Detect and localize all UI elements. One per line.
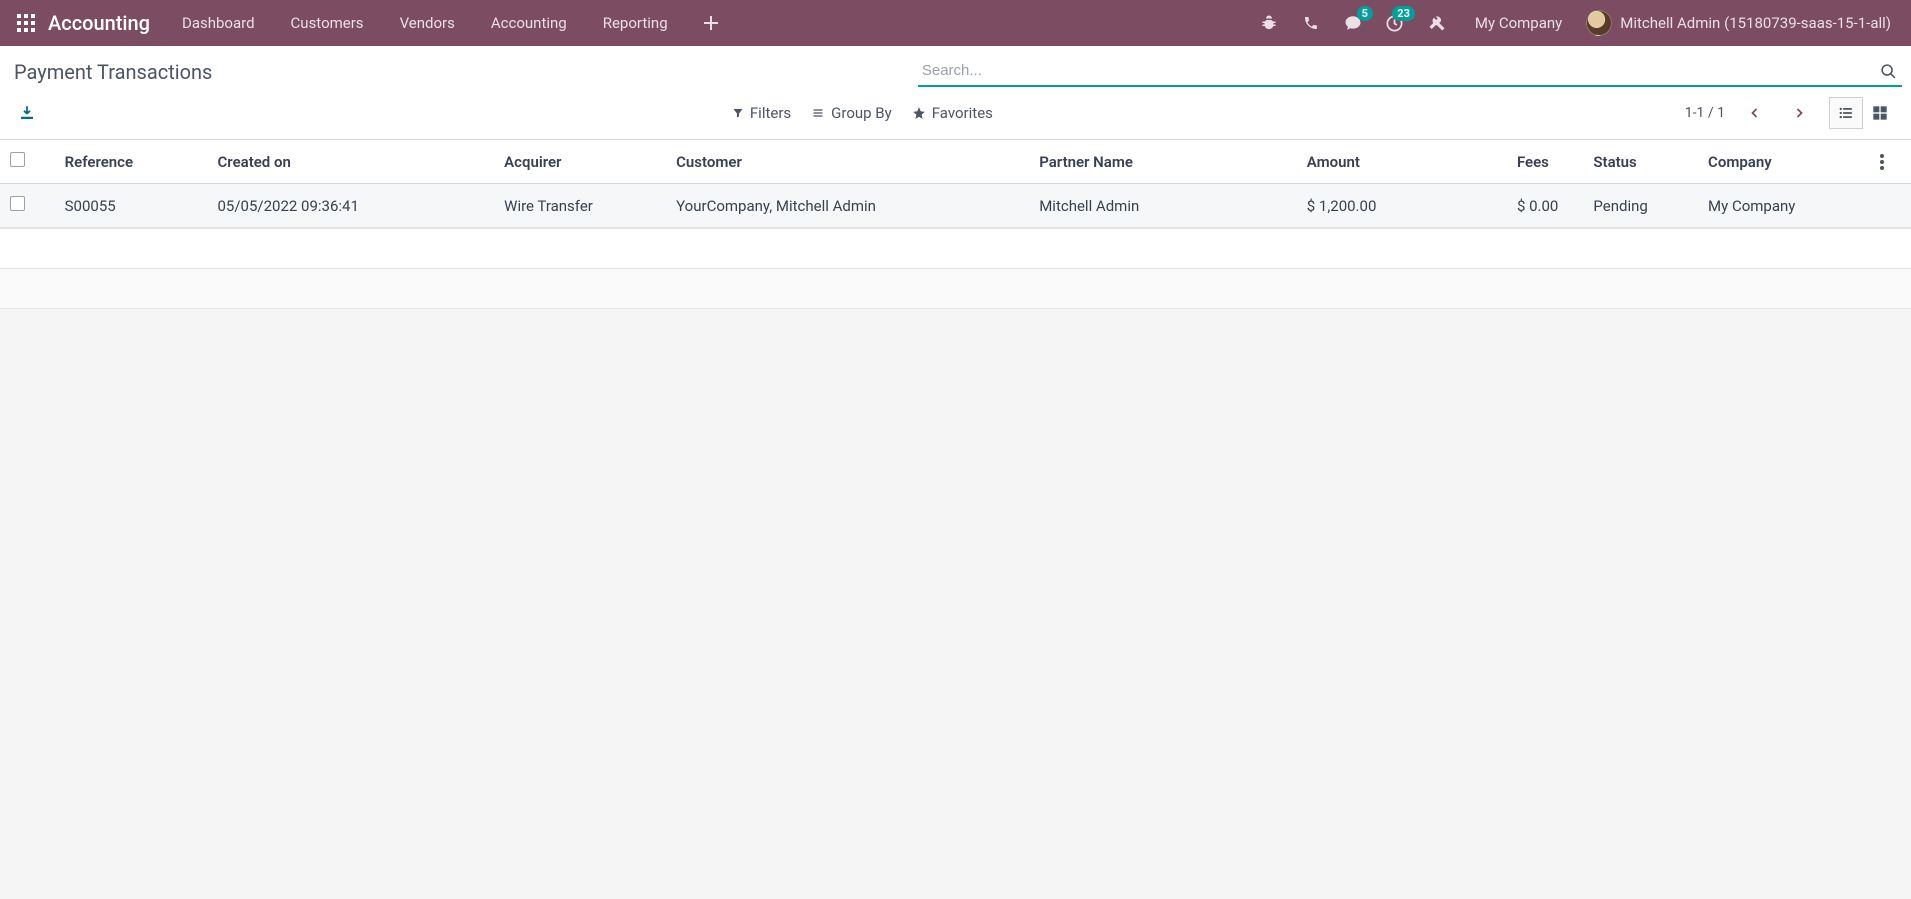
export-button[interactable]	[14, 100, 40, 126]
top-navbar: Accounting Dashboard Customers Vendors A…	[0, 0, 1911, 46]
header-reference[interactable]: Reference	[55, 140, 208, 184]
pager-next[interactable]	[1785, 99, 1813, 127]
row-checkbox[interactable]	[10, 196, 25, 211]
cell-created-on: 05/05/2022 09:36:41	[208, 184, 495, 228]
user-name: Mitchell Admin (15180739-saas-15-1-all)	[1620, 14, 1891, 32]
systray: 5 23 My Company Mitchell Admin (15180739…	[1249, 0, 1903, 46]
cell-customer: YourCompany, Mitchell Admin	[666, 184, 1029, 228]
activities-badge: 23	[1392, 6, 1415, 21]
kebab-icon	[1880, 154, 1884, 170]
header-partner-name[interactable]: Partner Name	[1029, 140, 1297, 184]
header-customer[interactable]: Customer	[666, 140, 1029, 184]
user-menu[interactable]: Mitchell Admin (15180739-saas-15-1-all)	[1580, 10, 1903, 36]
kanban-icon	[1872, 105, 1888, 121]
tools-icon	[1428, 14, 1446, 32]
messages-button[interactable]: 5	[1333, 0, 1373, 46]
filter-icon	[732, 107, 744, 119]
star-icon	[912, 106, 926, 120]
transactions-table: Reference Created on Acquirer Customer P…	[0, 140, 1911, 228]
groupby-icon	[811, 107, 825, 119]
avatar	[1586, 10, 1612, 36]
below-band	[0, 269, 1911, 309]
nav-item-reporting[interactable]: Reporting	[585, 0, 686, 46]
groupby-label: Group By	[831, 104, 892, 122]
control-panel: Payment Transactions Filters Group By	[0, 46, 1911, 140]
nav-menu: Dashboard Customers Vendors Accounting R…	[164, 0, 736, 46]
pager[interactable]: 1-1 / 1	[1685, 105, 1725, 121]
table-row[interactable]: S00055 05/05/2022 09:36:41 Wire Transfer…	[0, 184, 1911, 228]
cell-company: My Company	[1698, 184, 1870, 228]
pager-prev[interactable]	[1741, 99, 1769, 127]
nav-item-vendors[interactable]: Vendors	[382, 0, 473, 46]
header-status[interactable]: Status	[1583, 140, 1698, 184]
header-company[interactable]: Company	[1698, 140, 1870, 184]
header-acquirer[interactable]: Acquirer	[494, 140, 666, 184]
favorites-button[interactable]: Favorites	[912, 104, 993, 122]
cell-reference: S00055	[55, 184, 208, 228]
nav-new-button[interactable]	[686, 0, 736, 46]
favorites-label: Favorites	[932, 104, 993, 122]
cell-acquirer: Wire Transfer	[494, 184, 666, 228]
phone-icon	[1303, 15, 1319, 31]
summary-band	[0, 229, 1911, 269]
header-created-on[interactable]: Created on	[208, 140, 495, 184]
nav-item-dashboard[interactable]: Dashboard	[164, 0, 273, 46]
nav-item-customers[interactable]: Customers	[273, 0, 382, 46]
company-switcher[interactable]: My Company	[1459, 14, 1578, 32]
voip-button[interactable]	[1291, 0, 1331, 46]
view-list-button[interactable]	[1829, 97, 1863, 129]
search-wrap	[918, 56, 1897, 87]
cell-amount: $ 1,200.00	[1297, 184, 1507, 228]
chevron-right-icon	[1793, 106, 1805, 120]
list-icon	[1838, 106, 1854, 120]
bug-icon	[1260, 14, 1278, 32]
breadcrumb: Payment Transactions	[14, 60, 212, 84]
list-view: Reference Created on Acquirer Customer P…	[0, 140, 1911, 229]
nav-item-accounting[interactable]: Accounting	[473, 0, 585, 46]
search-input[interactable]	[918, 56, 1902, 87]
tools-button[interactable]	[1417, 0, 1457, 46]
cell-fees: $ 0.00	[1507, 184, 1583, 228]
debug-button[interactable]	[1249, 0, 1289, 46]
search-icon	[1880, 63, 1897, 80]
view-switcher	[1829, 97, 1897, 129]
app-name[interactable]: Accounting	[44, 11, 164, 35]
optional-columns-button[interactable]	[1870, 140, 1911, 184]
apps-menu-button[interactable]	[8, 0, 44, 46]
view-kanban-button[interactable]	[1863, 97, 1897, 129]
header-amount[interactable]: Amount	[1297, 140, 1507, 184]
activities-button[interactable]: 23	[1375, 0, 1415, 46]
filters-label: Filters	[750, 104, 791, 122]
filters-button[interactable]: Filters	[732, 104, 791, 122]
chevron-left-icon	[1749, 106, 1761, 120]
table-header-row: Reference Created on Acquirer Customer P…	[0, 140, 1911, 184]
cell-partner-name: Mitchell Admin	[1029, 184, 1297, 228]
cell-status: Pending	[1583, 184, 1698, 228]
apps-icon	[17, 14, 35, 32]
select-all-checkbox[interactable]	[10, 152, 25, 167]
plus-icon	[704, 16, 718, 30]
header-fees[interactable]: Fees	[1507, 140, 1583, 184]
messages-badge: 5	[1357, 6, 1373, 21]
groupby-button[interactable]: Group By	[811, 104, 892, 122]
download-icon	[18, 104, 36, 122]
search-button[interactable]	[1880, 63, 1897, 80]
